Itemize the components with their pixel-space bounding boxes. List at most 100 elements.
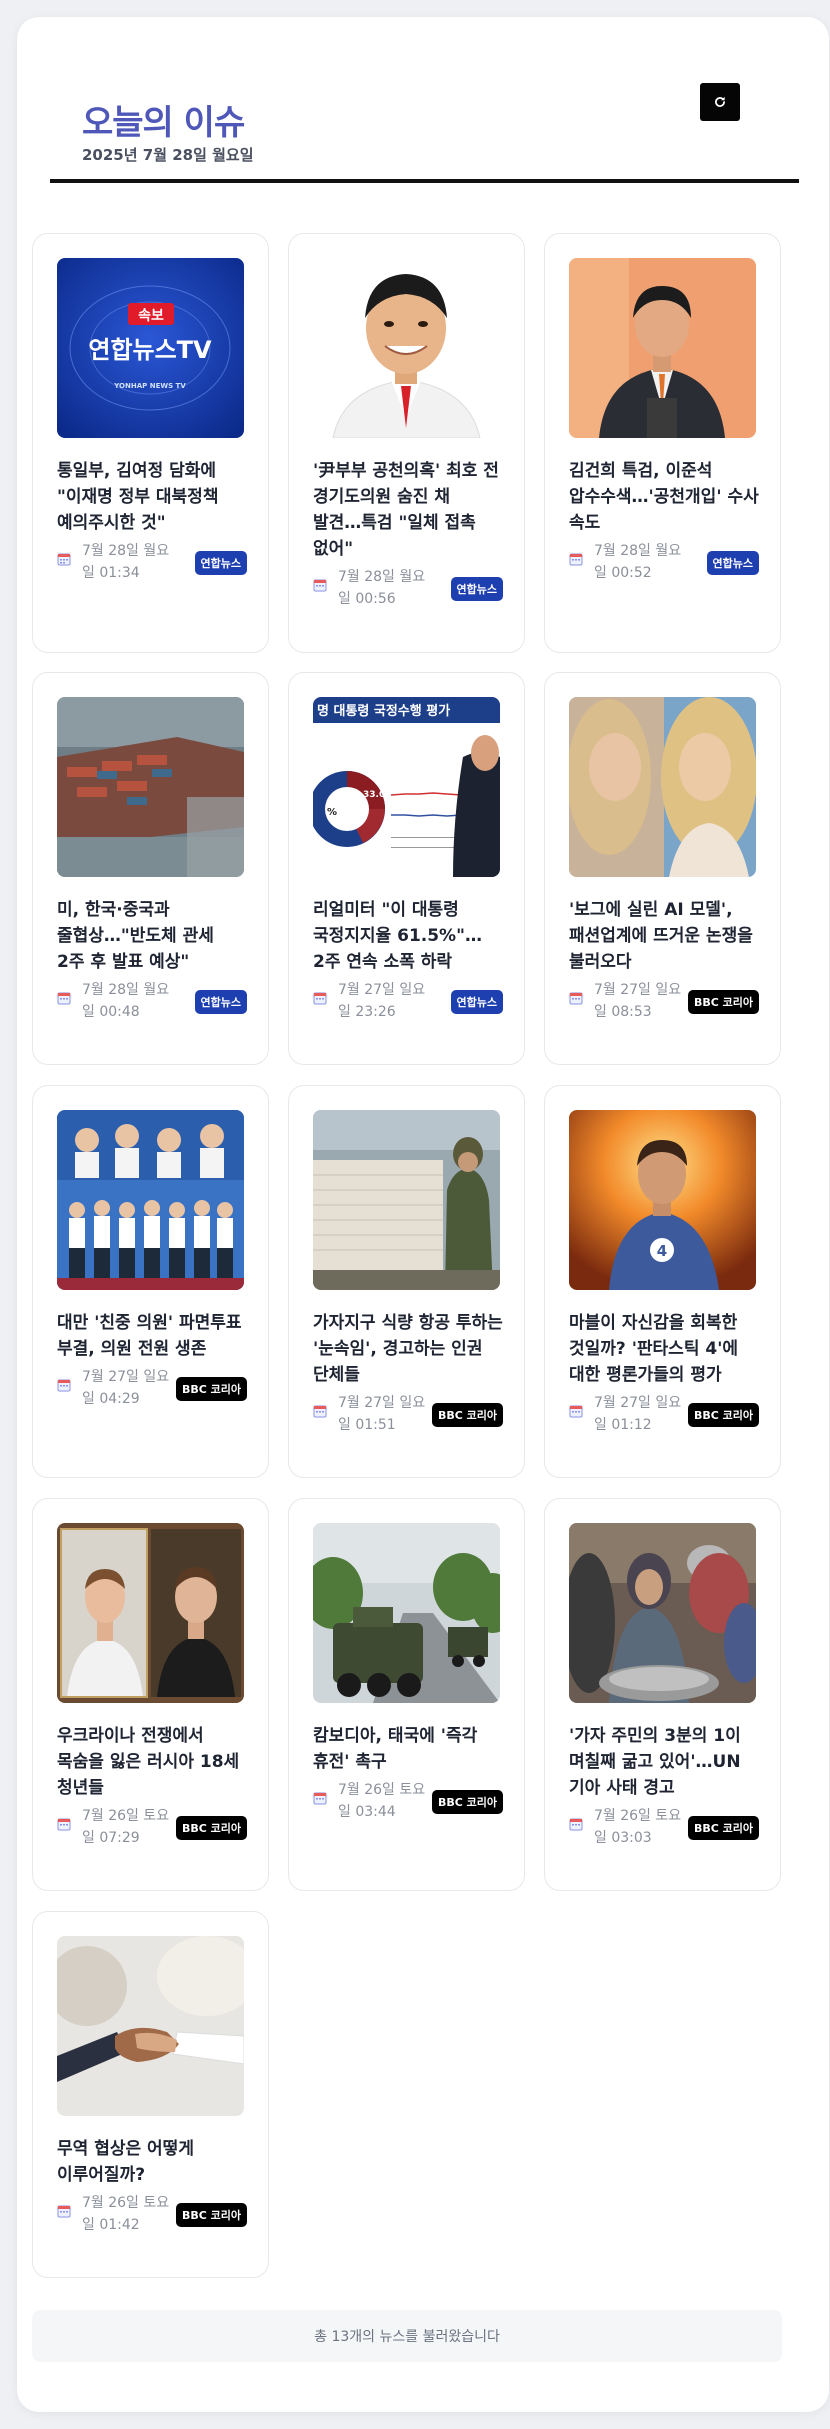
news-time: 7월 27일 일요일 01:51: [338, 1395, 426, 1433]
news-meta: 7월 26일 토요일 03:03 BBC 코리아: [569, 1805, 759, 1849]
news-meta: 7월 28일 월요일 00:48 연합뉴스: [57, 979, 247, 1023]
source-badge: BBC 코리아: [431, 1790, 503, 1814]
flash-label: 속보: [138, 308, 164, 324]
news-thumbnail: [313, 258, 500, 438]
news-card[interactable]: '尹부부 공천의혹' 최호 전 경기도의원 숨진 채 발견…특검 "일체 접촉 …: [288, 233, 525, 653]
news-count-footer: 총 13개의 뉴스를 불러왔습니다: [32, 2310, 782, 2362]
news-meta: 7월 26일 토요일 01:42 BBC 코리아: [57, 2192, 247, 2236]
calendar-icon: [569, 1405, 583, 1418]
news-thumbnail: [313, 1523, 500, 1703]
news-headline[interactable]: 가자지구 식량 항공 투하는 '눈속임', 경고하는 인권 단체들: [313, 1310, 503, 1388]
news-meta: 7월 27일 일요일 04:29 BBC 코리아: [57, 1366, 247, 1410]
news-meta: 7월 26일 토요일 03:44 BBC 코리아: [313, 1779, 503, 1823]
news-thumbnail: [569, 258, 756, 438]
news-card[interactable]: 무역 협상은 어떻게 이루어질까? 7월 26일 토요일 01:42 BBC 코…: [32, 1911, 269, 2278]
calendar-icon: [313, 992, 327, 1005]
news-time: 7월 26일 토요일 07:29: [82, 1808, 170, 1846]
news-time: 7월 27일 일요일 01:12: [594, 1395, 682, 1433]
news-time: 7월 27일 일요일 23:26: [338, 982, 426, 1020]
news-headline[interactable]: 마블이 자신감을 회복한 것일까? '판타스틱 4'에 대한 평론가들의 평가: [569, 1310, 759, 1388]
news-headline[interactable]: 캄보디아, 태국에 '즉각 휴전' 촉구: [313, 1723, 503, 1775]
news-headline[interactable]: 김건희 특검, 이준석 압수수색…'공천개입' 수사 속도: [569, 458, 759, 536]
news-time: 7월 26일 토요일 03:03: [594, 1808, 682, 1846]
source-badge: 연합뉴스: [450, 990, 503, 1014]
news-headline[interactable]: 무역 협상은 어떻게 이루어질까?: [57, 2136, 247, 2188]
news-thumbnail: [57, 1110, 244, 1290]
news-headline[interactable]: '尹부부 공천의혹' 최호 전 경기도의원 숨진 채 발견…특검 "일체 접촉 …: [313, 458, 503, 562]
news-time: 7월 26일 토요일 03:44: [338, 1782, 426, 1820]
calendar-icon: [569, 553, 583, 566]
news-card[interactable]: 우크라이나 전쟁에서 목숨을 잃은 러시아 18세 청년들 7월 26일 토요일…: [32, 1498, 269, 1891]
source-badge: BBC 코리아: [175, 1816, 247, 1840]
news-meta: 7월 27일 일요일 23:26 연합뉴스: [313, 979, 503, 1023]
yonhap-logo-sub: YONHAP NEWS TV: [113, 382, 186, 390]
news-headline[interactable]: '보그에 실린 AI 모델', 패션업계에 뜨거운 논쟁을 불러오다: [569, 897, 759, 975]
news-thumbnail: 속보 연합뉴스TV YONHAP NEWS TV: [57, 258, 244, 438]
news-thumbnail: [313, 1110, 500, 1290]
news-headline[interactable]: 대만 '친중 의원' 파면투표 부결, 의원 전원 생존: [57, 1310, 247, 1362]
source-badge: BBC 코리아: [431, 1403, 503, 1427]
calendar-icon: [57, 992, 71, 1005]
news-thumbnail: [57, 1523, 244, 1703]
source-badge: BBC 코리아: [687, 1816, 759, 1840]
news-meta: 7월 28일 월요일 01:34 연합뉴스: [57, 540, 247, 584]
news-card[interactable]: '보그에 실린 AI 모델', 패션업계에 뜨거운 논쟁을 불러오다 7월 27…: [544, 672, 781, 1065]
poll-title: 명 대통령 국정수행 평가: [317, 703, 450, 719]
calendar-icon: [313, 579, 327, 592]
news-time: 7월 27일 일요일 04:29: [82, 1369, 170, 1407]
news-meta: 7월 28일 월요일 00:52 연합뉴스: [569, 540, 759, 584]
news-headline[interactable]: 미, 한국·중국과 줄협상…"반도체 관세 2주 후 발표 예상": [57, 897, 247, 975]
calendar-icon: [57, 553, 71, 566]
page-title: 오늘의 이슈: [82, 103, 245, 143]
news-time: 7월 28일 월요일 00:52: [594, 543, 682, 581]
source-badge: BBC 코리아: [687, 990, 759, 1014]
calendar-icon: [57, 1818, 71, 1831]
news-headline[interactable]: 우크라이나 전쟁에서 목숨을 잃은 러시아 18세 청년들: [57, 1723, 247, 1801]
calendar-icon: [57, 2205, 71, 2218]
news-card[interactable]: 가자지구 식량 항공 투하는 '눈속임', 경고하는 인권 단체들 7월 27일…: [288, 1085, 525, 1478]
calendar-icon: [313, 1792, 327, 1805]
source-badge: 연합뉴스: [194, 990, 247, 1014]
poll-value: 33.0: [363, 790, 385, 800]
news-headline[interactable]: 통일부, 김여정 담화에 "이재명 정부 대북정책 예의주시한 것": [57, 458, 247, 536]
poll-percent: %: [327, 807, 337, 818]
news-headline[interactable]: 리얼미터 "이 대통령 국정지지율 61.5%"…2주 연속 소폭 하락: [313, 897, 503, 975]
page-date: 2025년 7월 28일 월요일: [82, 146, 254, 164]
news-card[interactable]: 4 마블이 자신감을 회복한 것일까? '판타스틱 4'에 대한 평론가들의 평…: [544, 1085, 781, 1478]
news-thumbnail: [57, 697, 244, 877]
news-meta: 7월 26일 토요일 07:29 BBC 코리아: [57, 1805, 247, 1849]
news-thumbnail: 명 대통령 국정수행 평가 % 33.0: [313, 697, 500, 877]
news-card[interactable]: 대만 '친중 의원' 파면투표 부결, 의원 전원 생존 7월 27일 일요일 …: [32, 1085, 269, 1478]
calendar-icon: [57, 1379, 71, 1392]
source-badge: BBC 코리아: [175, 1377, 247, 1401]
news-card[interactable]: 속보 연합뉴스TV YONHAP NEWS TV 통일부, 김여정 담화에 "이…: [32, 233, 269, 653]
source-badge: 연합뉴스: [706, 551, 759, 575]
news-headline[interactable]: '가자 주민의 3분의 1이 며칠째 굶고 있어'…UN 기아 사태 경고: [569, 1723, 759, 1801]
calendar-icon: [569, 992, 583, 1005]
news-time: 7월 28일 월요일 01:34: [82, 543, 170, 581]
news-card[interactable]: 명 대통령 국정수행 평가 % 33.0 리얼미터 "이 대통령 국정지지율 6…: [288, 672, 525, 1065]
yonhap-logo-text: 연합뉴스TV: [88, 336, 212, 364]
source-badge: BBC 코리아: [687, 1403, 759, 1427]
news-time: 7월 28일 월요일 00:56: [338, 569, 426, 607]
news-meta: 7월 27일 일요일 01:51 BBC 코리아: [313, 1392, 503, 1436]
news-card[interactable]: '가자 주민의 3분의 1이 며칠째 굶고 있어'…UN 기아 사태 경고 7월…: [544, 1498, 781, 1891]
news-card[interactable]: 김건희 특검, 이준석 압수수색…'공천개입' 수사 속도 7월 28일 월요일…: [544, 233, 781, 653]
source-badge: BBC 코리아: [175, 2203, 247, 2227]
source-badge: 연합뉴스: [194, 551, 247, 575]
news-meta: 7월 28일 월요일 00:56 연합뉴스: [313, 566, 503, 610]
news-time: 7월 28일 월요일 00:48: [82, 982, 170, 1020]
news-thumbnail: 4: [569, 1110, 756, 1290]
refresh-button[interactable]: [700, 83, 740, 121]
news-thumbnail: [57, 1936, 244, 2116]
news-time: 7월 26일 토요일 01:42: [82, 2195, 170, 2233]
news-card[interactable]: 캄보디아, 태국에 '즉각 휴전' 촉구 7월 26일 토요일 03:44 BB…: [288, 1498, 525, 1891]
news-thumbnail: [569, 1523, 756, 1703]
news-card[interactable]: 미, 한국·중국과 줄협상…"반도체 관세 2주 후 발표 예상" 7월 28일…: [32, 672, 269, 1065]
source-badge: 연합뉴스: [450, 577, 503, 601]
news-meta: 7월 27일 일요일 08:53 BBC 코리아: [569, 979, 759, 1023]
refresh-icon: [715, 96, 725, 107]
svg-text:4: 4: [657, 1242, 667, 1260]
calendar-icon: [569, 1818, 583, 1831]
news-time: 7월 27일 일요일 08:53: [594, 982, 682, 1020]
